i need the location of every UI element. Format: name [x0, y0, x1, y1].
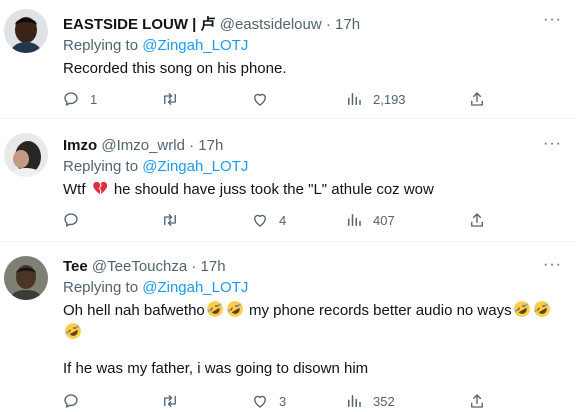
tweet-reply-2[interactable]: Imzo @Imzo_wrld · 17h ··· Replying to @Z… — [0, 119, 576, 242]
tweet-text-part2: my phone records better audio no ways — [248, 302, 512, 319]
tweet-text-end: he should have juss took the "L" athule … — [113, 181, 434, 198]
tweet-reply-3[interactable]: Tee @TeeTouchza · 17h ··· Replying to @Z… — [0, 242, 576, 411]
separator: · — [189, 137, 195, 154]
replying-to: Replying to @Zingah_LOTJ — [63, 158, 248, 175]
views-button[interactable]: 407 — [345, 211, 395, 229]
views-icon — [345, 211, 363, 229]
share-icon — [468, 211, 486, 229]
like-count: 4 — [279, 212, 287, 228]
avatar[interactable] — [4, 133, 48, 177]
reply-icon — [62, 211, 80, 229]
timestamp[interactable]: 17h — [201, 258, 226, 275]
replying-to: Replying to @Zingah_LOTJ — [63, 37, 248, 54]
reply-button[interactable]: 1 — [62, 90, 97, 108]
user-handle[interactable]: @TeeTouchza — [92, 258, 187, 275]
rofl-emoji — [226, 300, 244, 318]
views-icon — [345, 392, 363, 410]
tweet-text: Oh hell nah bafwetho my phone records be… — [63, 300, 552, 344]
more-icon[interactable]: ··· — [543, 11, 562, 29]
timestamp[interactable]: 17h — [335, 16, 360, 33]
like-button[interactable]: 4 — [251, 211, 286, 229]
separator: · — [191, 258, 197, 275]
replying-to-label: Replying to — [63, 37, 139, 54]
tweet-text: Wtf he should have juss took the "L" ath… — [63, 179, 434, 200]
reply-count: 1 — [90, 91, 98, 107]
views-button[interactable]: 352 — [345, 392, 395, 410]
share-icon — [468, 90, 486, 108]
retweet-icon — [161, 392, 179, 410]
display-name[interactable]: EASTSIDE LOUW | 卢 — [63, 16, 216, 33]
retweet-button[interactable] — [161, 211, 189, 229]
reply-button[interactable] — [62, 392, 90, 410]
view-count: 352 — [373, 393, 395, 409]
more-icon[interactable]: ··· — [543, 135, 562, 153]
retweet-icon — [161, 211, 179, 229]
replying-to-link[interactable]: @Zingah_LOTJ — [142, 37, 248, 54]
timestamp[interactable]: 17h — [198, 137, 223, 154]
replying-to-link[interactable]: @Zingah_LOTJ — [142, 158, 248, 175]
replying-to-link[interactable]: @Zingah_LOTJ — [142, 279, 248, 296]
tweet-reply-1[interactable]: EASTSIDE LOUW | 卢 @eastsidelouw · 17h ··… — [0, 0, 576, 119]
action-bar: 1 2,193 — [0, 90, 576, 110]
like-button[interactable]: 3 — [251, 392, 286, 410]
replying-to-label: Replying to — [63, 279, 139, 296]
broken-heart-emoji — [91, 179, 109, 197]
view-count: 2,193 — [373, 91, 406, 107]
action-bar: 3 352 — [0, 392, 576, 412]
views-button[interactable]: 2,193 — [345, 90, 406, 108]
reply-button[interactable] — [62, 211, 90, 229]
retweet-icon — [161, 90, 179, 108]
like-icon — [251, 90, 269, 108]
like-icon — [251, 211, 269, 229]
retweet-button[interactable] — [161, 90, 189, 108]
replying-to-label: Replying to — [63, 158, 139, 175]
avatar[interactable] — [4, 9, 48, 53]
avatar[interactable] — [4, 256, 48, 300]
tweet-text-start: Wtf — [63, 181, 86, 198]
separator: · — [325, 16, 331, 33]
display-name[interactable]: Imzo — [63, 137, 97, 154]
view-count: 407 — [373, 212, 395, 228]
rofl-emoji — [533, 300, 551, 318]
reply-icon — [62, 392, 80, 410]
like-icon — [251, 392, 269, 410]
retweet-button[interactable] — [161, 392, 189, 410]
tweet-text-part1: Oh hell nah bafwetho — [63, 302, 205, 319]
share-button[interactable] — [468, 90, 486, 108]
share-button[interactable] — [468, 392, 486, 410]
action-bar: 4 407 — [0, 211, 576, 231]
more-icon[interactable]: ··· — [543, 256, 562, 274]
reply-icon — [62, 90, 80, 108]
like-button[interactable] — [251, 90, 279, 108]
like-count: 3 — [279, 393, 287, 409]
display-name[interactable]: Tee — [63, 258, 88, 275]
user-handle[interactable]: @eastsidelouw — [220, 16, 322, 33]
rofl-emoji — [64, 322, 82, 340]
tweet-text: Recorded this song on his phone. — [63, 60, 287, 77]
share-icon — [468, 392, 486, 410]
replying-to: Replying to @Zingah_LOTJ — [63, 279, 248, 296]
views-icon — [345, 90, 363, 108]
tweet-text-line2: If he was my father, i was going to diso… — [63, 360, 369, 377]
share-button[interactable] — [468, 211, 486, 229]
rofl-emoji — [513, 300, 531, 318]
rofl-emoji — [206, 300, 224, 318]
user-handle[interactable]: @Imzo_wrld — [101, 137, 185, 154]
